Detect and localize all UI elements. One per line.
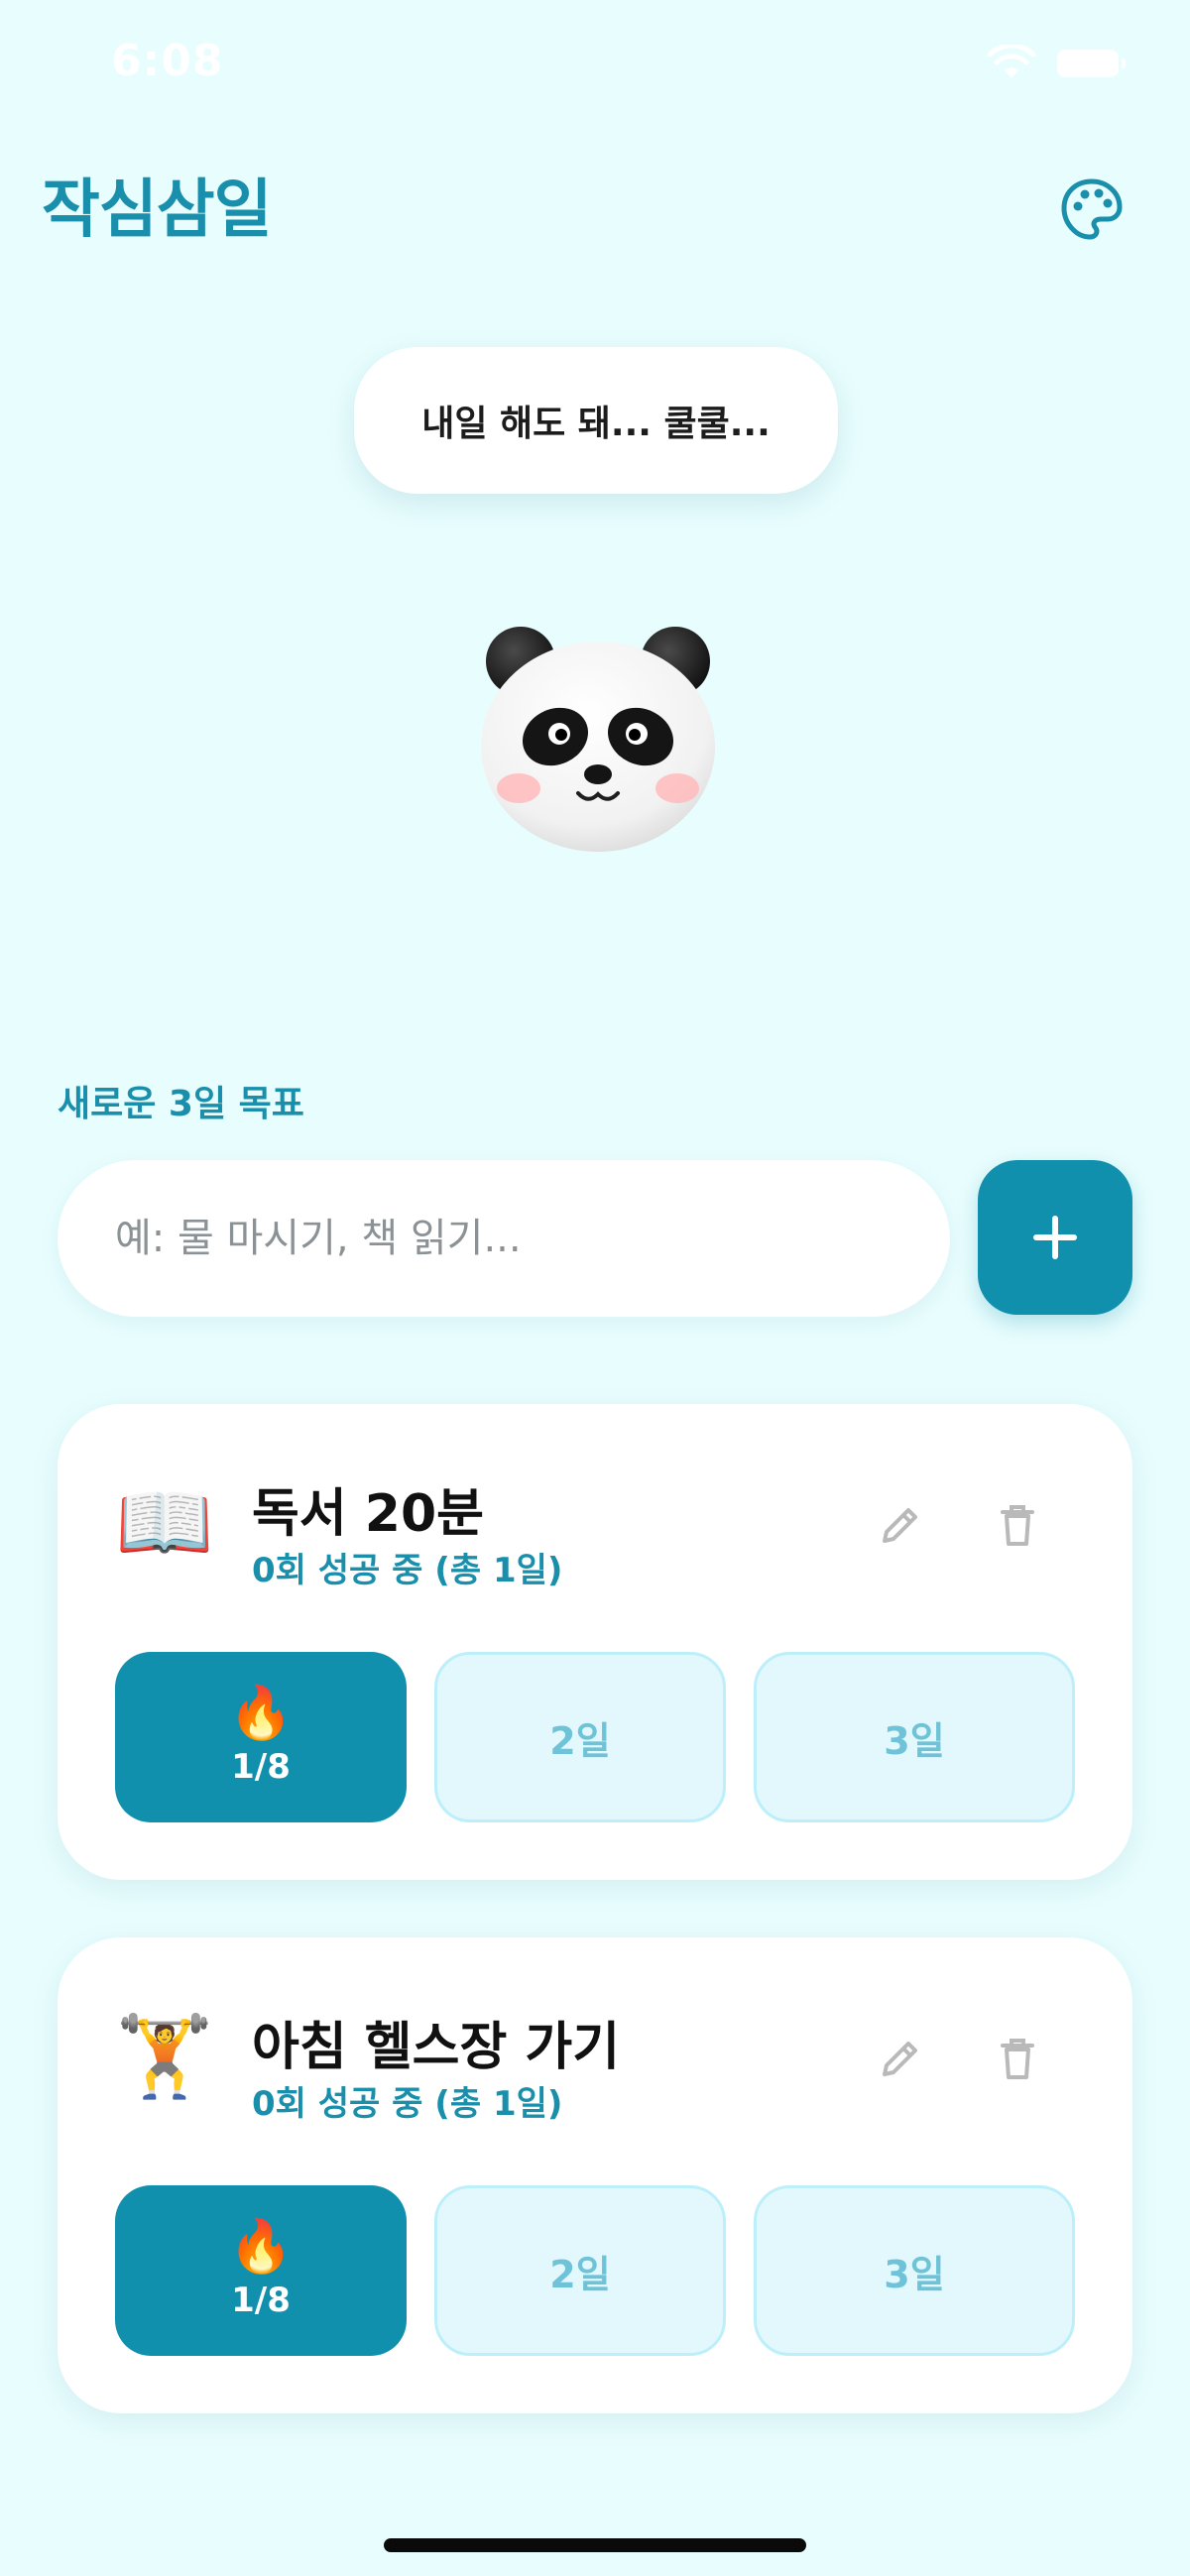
home-indicator[interactable] (384, 2538, 806, 2552)
day-1-progress: 1/8 (231, 2281, 291, 2320)
day-2-label: 2일 (549, 1718, 611, 1763)
speech-text: 내일 해도 돼... 쿨쿨... (421, 404, 771, 444)
panda-icon[interactable] (474, 620, 722, 858)
edit-icon[interactable] (873, 1497, 928, 1553)
day-1-button[interactable]: 🔥 1/8 (115, 2185, 407, 2356)
day-3-label: 3일 (884, 2252, 945, 2296)
habit-card: 📖 독서 20분 0회 성공 중 (총 1일) 🔥 1/8 2일 3일 (58, 1404, 1132, 1880)
status-time: 6:08 (111, 36, 224, 86)
book-icon: 📖 (115, 1476, 214, 1569)
edit-icon[interactable] (873, 2031, 928, 2086)
plus-icon (1033, 1216, 1077, 1259)
day-2-button[interactable]: 2일 (434, 1652, 726, 1822)
palette-icon[interactable] (1059, 176, 1125, 242)
goal-input[interactable] (58, 1160, 950, 1317)
status-bar: 6:08 (0, 0, 1190, 129)
day-3-label: 3일 (884, 1718, 945, 1763)
day-1-button[interactable]: 🔥 1/8 (115, 1652, 407, 1822)
day-3-button[interactable]: 3일 (754, 1652, 1075, 1822)
battery-icon (1057, 50, 1126, 77)
habit-progress-text: 0회 성공 중 (총 1일) (252, 1551, 563, 1590)
habit-card: 🏋️ 아침 헬스장 가기 0회 성공 중 (총 1일) 🔥 1/8 2일 3일 (58, 1937, 1132, 2413)
day-3-button[interactable]: 3일 (754, 2185, 1075, 2356)
trash-icon[interactable] (990, 1497, 1045, 1553)
fire-icon: 🔥 (228, 2217, 294, 2277)
wifi-icon (987, 45, 1036, 78)
app-title: 작심삼일 (42, 174, 273, 247)
fire-icon: 🔥 (228, 1684, 294, 1743)
new-goal-label: 새로운 3일 목표 (58, 1084, 304, 1124)
add-goal-button[interactable] (978, 1160, 1132, 1315)
habit-progress-text: 0회 성공 중 (총 1일) (252, 2084, 563, 2124)
day-1-progress: 1/8 (231, 1747, 291, 1787)
habit-title: 아침 헬스장 가기 (252, 2018, 621, 2077)
day-2-button[interactable]: 2일 (434, 2185, 726, 2356)
trash-icon[interactable] (990, 2031, 1045, 2086)
speech-bubble: 내일 해도 돼... 쿨쿨... (354, 347, 838, 494)
weightlifter-icon: 🏋️ (115, 2010, 214, 2102)
day-2-label: 2일 (549, 2252, 611, 2296)
habit-title: 독서 20분 (252, 1484, 484, 1544)
